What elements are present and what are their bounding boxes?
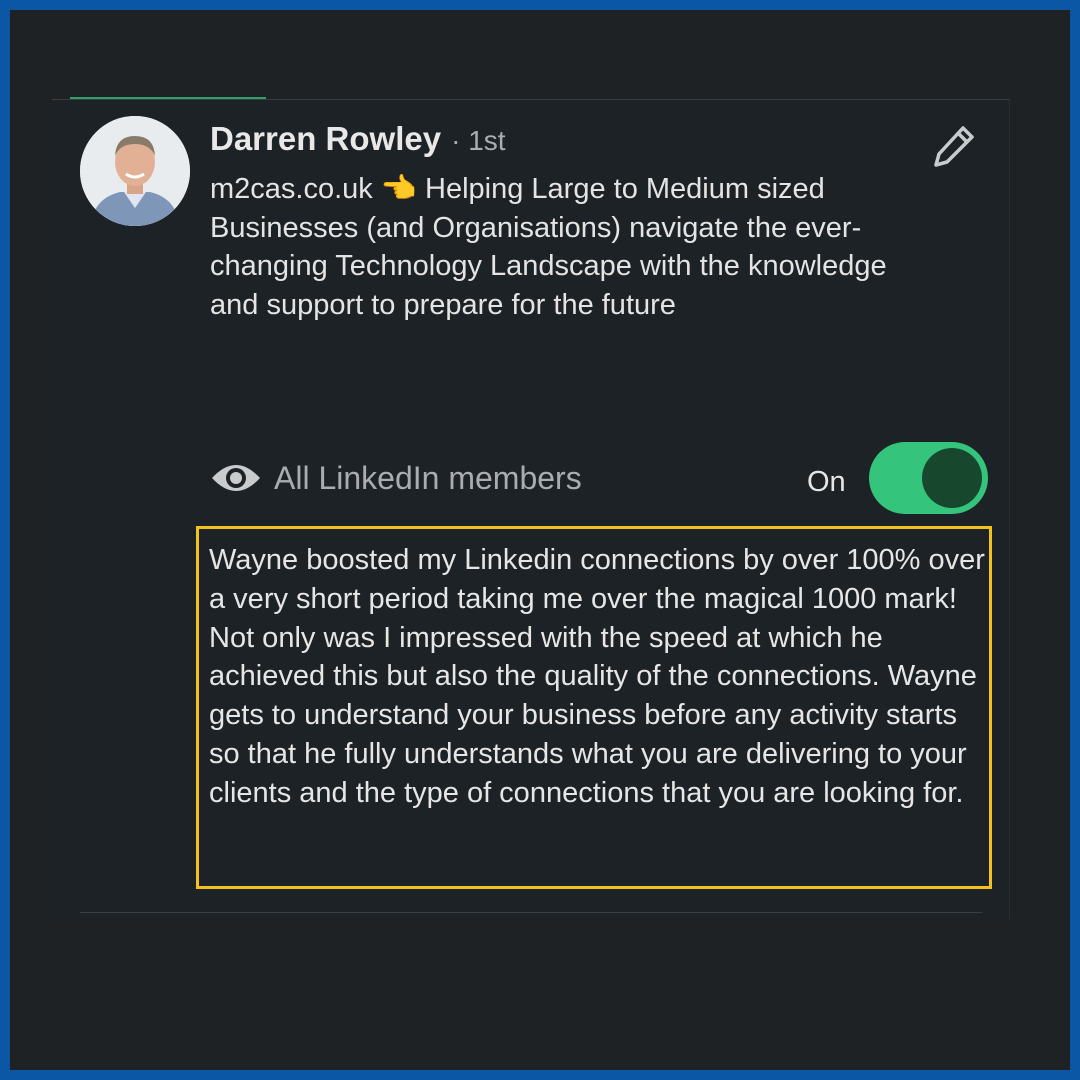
recommendation-text: Wayne boosted my Linkedin connections by… [196,526,992,889]
eye-icon [210,460,262,496]
profile-headline: m2cas.co.uk 👈 Helping Large to Medium si… [210,173,887,321]
visibility-toggle[interactable] [869,442,988,514]
toggle-knob [922,448,982,508]
divider [80,912,982,913]
connection-degree: · 1st [451,125,506,156]
avatar[interactable] [80,116,190,226]
visibility-row: All LinkedIn members On [210,440,998,516]
pencil-icon[interactable] [930,122,978,170]
visibility-label: All LinkedIn members [274,460,582,496]
toggle-state-label: On [807,466,846,498]
profile-name[interactable]: Darren Rowley [210,120,441,158]
name-row: Darren Rowley · 1st [210,120,506,158]
card-accent-bar [70,97,266,99]
